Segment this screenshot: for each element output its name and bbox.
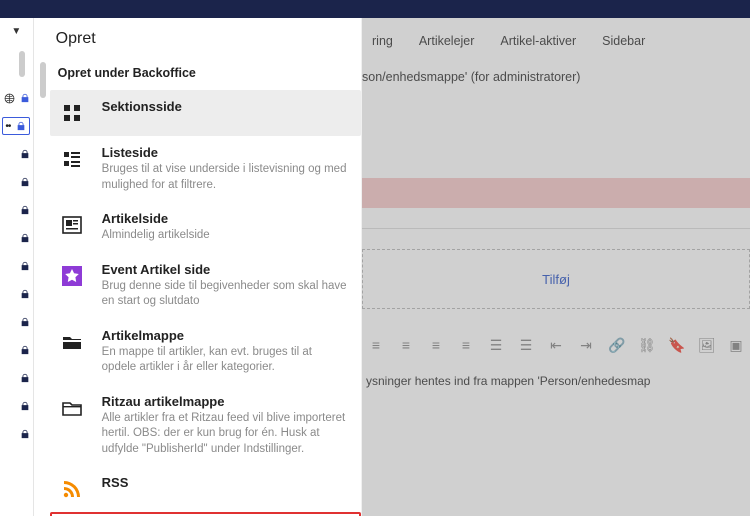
item-title: Artikelside	[102, 211, 210, 226]
rail-item[interactable]	[2, 229, 30, 247]
divider	[362, 228, 750, 229]
align-justify-icon[interactable]: ≡	[458, 337, 474, 354]
item-desc: Almindelig artikelside	[102, 228, 210, 244]
lock-icon	[20, 177, 30, 187]
section-title: Opret under Backoffice	[50, 62, 361, 90]
doctype-event-artikel[interactable]: Event Artikel side Brug denne side til b…	[50, 253, 361, 319]
lock-icon	[20, 149, 30, 159]
doctype-artikelmappe[interactable]: Artikelmappe En mappe til artikler, kan …	[50, 319, 361, 385]
item-title: Artikelmappe	[102, 328, 349, 343]
tab-artikelejer[interactable]: Artikelejer	[419, 34, 475, 48]
rail-item[interactable]	[2, 425, 30, 443]
number-list-icon[interactable]: ☰	[518, 337, 534, 354]
grid-icon	[58, 99, 86, 127]
rss-icon	[58, 475, 86, 503]
create-panel: Opret Opret under Backoffice Sektionssid…	[34, 18, 362, 516]
lock-icon	[20, 233, 30, 243]
rail-item[interactable]	[2, 369, 30, 387]
field-label-partial: son/enhedsmappe' (for administratorer)	[362, 66, 750, 84]
doctype-person-enhed-mappe[interactable]: Person / enhed mappe Beskrivesle	[50, 512, 361, 516]
tab-artikel-aktiver[interactable]: Artikel-aktiver	[500, 34, 576, 48]
item-desc: En mappe til artikler, kan evt. bruges t…	[102, 345, 349, 376]
item-title: RSS	[102, 475, 129, 490]
rail-item[interactable]	[2, 257, 30, 275]
indent-icon[interactable]: ⇥	[578, 337, 594, 354]
item-title: Sektionsside	[102, 99, 182, 114]
more-icon: ••	[5, 121, 10, 132]
doctype-ritzau-mappe[interactable]: Ritzau artikelmappe Alle artikler fra et…	[50, 385, 361, 467]
tab-sidebar[interactable]: Sidebar	[602, 34, 645, 48]
rail-item[interactable]	[2, 173, 30, 191]
panel-title: Opret	[34, 18, 361, 62]
folder-icon	[58, 328, 86, 356]
lock-icon	[20, 93, 30, 103]
item-title: Event Artikel side	[102, 262, 349, 277]
globe-icon	[4, 93, 15, 104]
rail-item[interactable]	[2, 285, 30, 303]
item-title: Ritzau artikelmappe	[102, 394, 349, 409]
lock-icon	[16, 121, 26, 131]
star-badge-icon	[58, 262, 86, 290]
rail-item[interactable]	[2, 145, 30, 163]
item-desc: Bruges til at vise underside i listevisn…	[102, 162, 349, 193]
window-titlebar	[0, 0, 750, 18]
lock-icon	[20, 317, 30, 327]
align-center-icon[interactable]: ≡	[398, 337, 414, 354]
rail-item[interactable]	[2, 397, 30, 415]
outdent-icon[interactable]: ⇤	[548, 337, 564, 354]
content-area: ring Artikelejer Artikel-aktiver Sidebar…	[362, 18, 750, 516]
validation-bar	[362, 178, 750, 208]
lock-icon	[20, 261, 30, 271]
embed-icon[interactable]: ▣	[728, 337, 744, 354]
item-desc: Brug denne side til begivenheder som ska…	[102, 279, 349, 310]
lock-icon	[20, 205, 30, 215]
item-desc: Alle artikler fra et Ritzau feed vil bli…	[102, 411, 349, 458]
link-icon[interactable]: 🔗	[608, 337, 624, 354]
anchor-icon[interactable]: 🔖	[668, 337, 684, 354]
news-icon	[58, 211, 86, 239]
content-tabs: ring Artikelejer Artikel-aktiver Sidebar	[362, 18, 750, 66]
item-title: Listeside	[102, 145, 349, 160]
folder-outline-icon	[58, 394, 86, 422]
lock-icon	[20, 289, 30, 299]
doctype-sektionsside[interactable]: Sektionsside	[50, 90, 361, 136]
scrollbar-thumb[interactable]	[19, 51, 25, 77]
align-right-icon[interactable]: ≡	[428, 337, 444, 354]
doctype-rss[interactable]: RSS	[50, 466, 361, 512]
doctype-listeside[interactable]: Listeside Bruges til at vise underside i…	[50, 136, 361, 202]
rail-item[interactable]	[2, 201, 30, 219]
tree-rail: ▼ ••	[0, 18, 34, 516]
lock-icon	[20, 345, 30, 355]
bullet-list-icon[interactable]: ☰	[488, 337, 504, 354]
lock-icon	[20, 429, 30, 439]
align-left-icon[interactable]: ≡	[368, 337, 384, 354]
tab-ring[interactable]: ring	[372, 34, 393, 48]
rail-item[interactable]	[2, 341, 30, 359]
collapse-chevron-icon[interactable]: ▼	[11, 26, 21, 37]
rail-item-root[interactable]	[2, 89, 30, 107]
image-icon[interactable]: 🖼	[698, 337, 714, 354]
add-dropzone[interactable]: Tilføj	[362, 249, 750, 309]
rail-item[interactable]	[2, 313, 30, 331]
add-label: Tilføj	[542, 272, 570, 287]
rte-toolbar: ≡ ≡ ≡ ≡ ☰ ☰ ⇤ ⇥ 🔗 ⛓ 🔖 🖼 ▣	[362, 309, 750, 364]
lock-icon	[20, 401, 30, 411]
lock-icon	[20, 373, 30, 383]
helper-text-partial: ysninger hentes ind fra mappen 'Person/e…	[362, 364, 750, 398]
list-icon	[58, 145, 86, 173]
rail-item-selected[interactable]: ••	[2, 117, 30, 135]
unlink-icon[interactable]: ⛓	[638, 337, 654, 354]
doctype-artikelside[interactable]: Artikelside Almindelig artikelside	[50, 202, 361, 253]
